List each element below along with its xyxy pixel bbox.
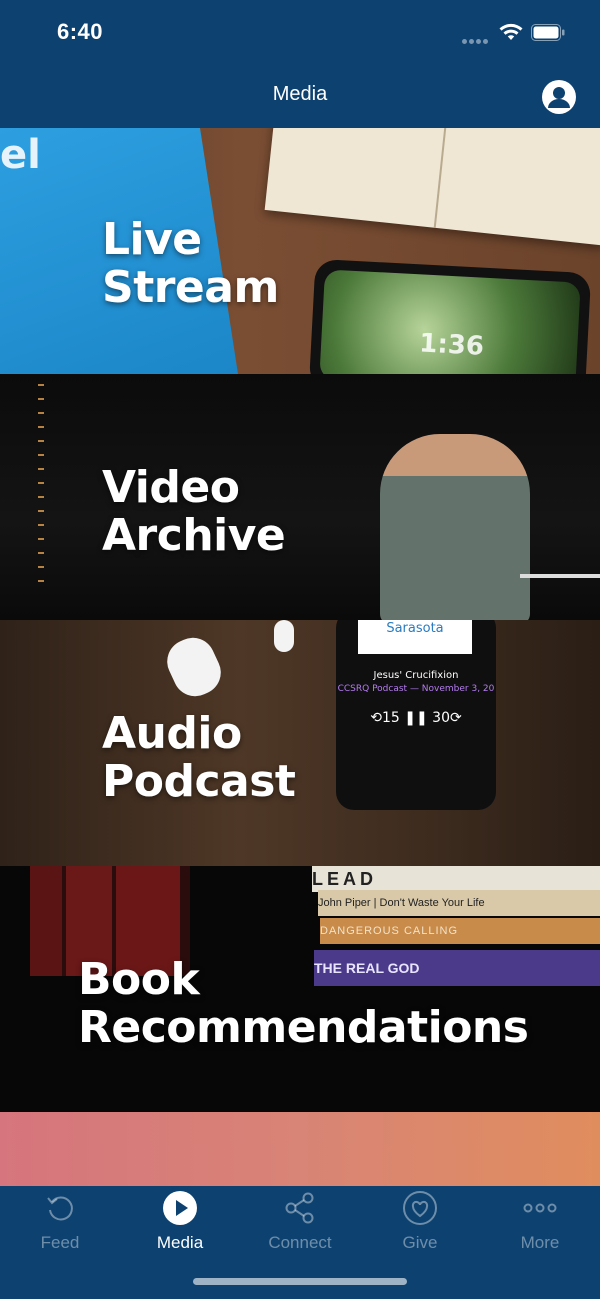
phone-clock: 1:36 [418,328,485,362]
tab-media[interactable]: Media [120,1186,240,1266]
tile-title-line: Archive [102,510,286,561]
nav-bar: Media [0,66,600,128]
tab-label: Feed [40,1233,80,1252]
podcast-artwork: Sarasota [358,620,472,654]
refresh-icon [47,1196,73,1221]
book-spine: John Piper | Don't Waste Your Life [318,890,600,916]
home-indicator [193,1278,407,1285]
tab-label: Connect [268,1233,332,1252]
media-tile-book-recommendations[interactable]: LEAD John Piper | Don't Waste Your Life … [0,866,600,1112]
play-circle-icon [163,1191,197,1225]
tile-title: Video Archive [102,462,286,561]
podcast-controls: ⟲15 ❚❚ 30⟳ [370,710,462,726]
phone-image: 1:36 [308,258,592,374]
book-spine: LEAD [312,866,600,892]
tab-label: More [520,1233,560,1252]
share-icon [285,1192,314,1224]
tile-title-line: Recommendations [78,1002,529,1053]
media-tile-live-stream[interactable]: el 1:36 Live Stream [0,128,600,374]
stage-rail-image [520,574,600,578]
tile-title-line: Live [102,214,202,265]
tile-title-line: Stream [102,262,279,313]
tile-title-line: Podcast [102,756,296,807]
earbud-image [159,630,229,704]
media-tile-audio-podcast[interactable]: Sarasota Jesus' Crucifixion CCSRQ Podcas… [0,620,600,866]
page-title: Media [272,83,328,105]
tile-title: Book Recommendations [78,954,529,1053]
tile-title: Live Stream [102,216,279,312]
media-tile-partial[interactable] [0,1112,600,1186]
wifi-icon [499,23,523,40]
tab-give[interactable]: Give [360,1186,480,1266]
tab-label: Media [156,1233,204,1252]
tile-title-line: Book [78,954,200,1005]
battery-icon [531,24,565,41]
profile-icon[interactable] [542,80,576,114]
tab-connect[interactable]: Connect [240,1186,360,1266]
more-dots-icon [523,1203,557,1213]
heart-circle-icon [403,1191,437,1225]
status-time: 6:40 [57,19,104,44]
banner-text: el [0,132,41,178]
signal-icon [462,29,492,44]
string-lights-image [38,384,44,584]
earbud-image [274,620,294,652]
tab-feed[interactable]: Feed [0,1186,120,1266]
media-tile-video-archive[interactable]: Video Archive [0,374,600,620]
tile-title-line: Audio [102,708,242,759]
speaker-image [380,434,530,620]
status-bar: 6:40 [0,0,600,66]
tile-title: Audio Podcast [102,708,296,807]
podcast-subtitle: CCSRQ Podcast — November 3, 20 [337,684,495,694]
bible-image [264,128,600,246]
tab-more[interactable]: More [480,1186,600,1266]
tile-title-line: Video [102,462,240,513]
tab-label: Give [402,1233,438,1252]
book-spine: DANGEROUS CALLING [320,918,600,944]
phone-image: Sarasota Jesus' Crucifixion CCSRQ Podcas… [336,620,496,810]
podcast-track: Jesus' Crucifixion [373,670,459,681]
